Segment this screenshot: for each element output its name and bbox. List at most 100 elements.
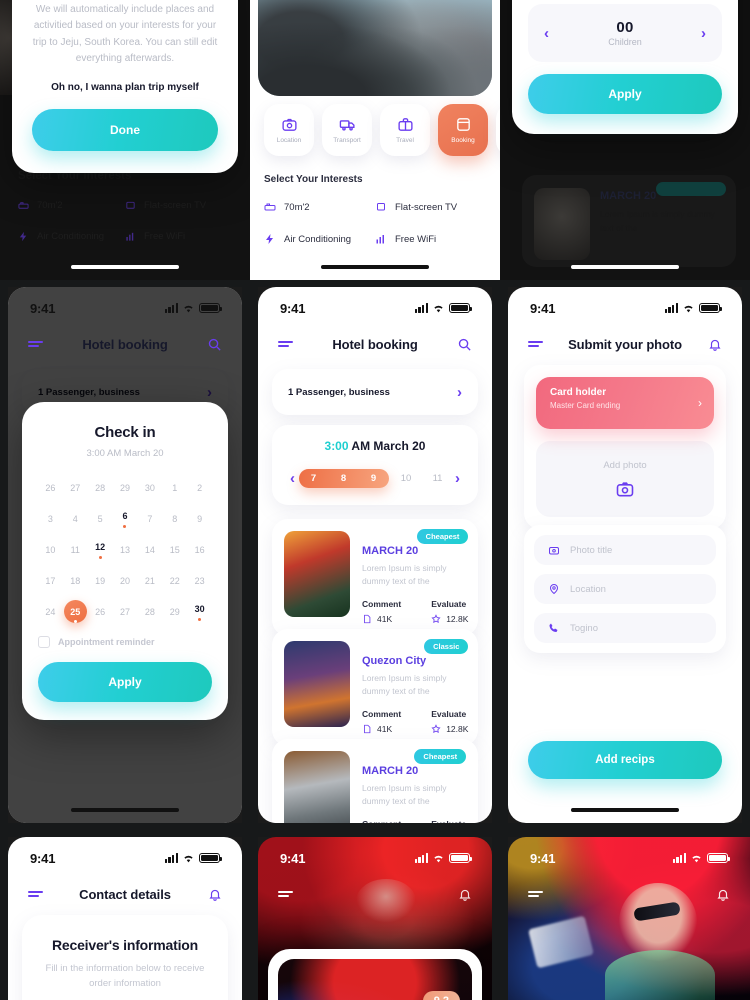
calendar-day[interactable]: 9 (187, 506, 212, 531)
calendar-day[interactable]: 17 (38, 568, 63, 593)
calendar-day[interactable]: 6 (113, 506, 138, 531)
prev-date-icon[interactable]: ‹ (290, 471, 295, 486)
calendar-day[interactable]: 3 (38, 506, 63, 531)
calendar-day-number: 21 (144, 575, 155, 586)
listing-card[interactable]: Classic Quezon City Lorem Ipsum is simpl… (272, 629, 478, 747)
selected-dates-pill[interactable]: 7 8 9 (298, 469, 389, 488)
reminder-checkbox[interactable] (38, 636, 50, 648)
interest-item[interactable]: Free WiFi (125, 231, 232, 242)
card-holder-banner[interactable]: Card holder Master Card ending › (536, 377, 714, 429)
calendar-day[interactable]: 19 (88, 568, 113, 593)
passenger-card[interactable]: 1 Passenger, business › (272, 369, 478, 415)
add-photo-dropzone[interactable]: Add photo (536, 441, 714, 517)
panel1-dimmed-content: Select Your Interests 70m'2 Flat-screen … (0, 170, 250, 242)
calendar-day[interactable]: 28 (88, 475, 113, 500)
location-field[interactable]: Location (534, 574, 716, 604)
calendar-day-number: 14 (144, 544, 155, 555)
calendar-day[interactable]: 29 (162, 599, 187, 624)
category-transport[interactable]: Transport (322, 104, 372, 156)
next-date-icon[interactable]: › (455, 471, 460, 486)
decrement-children-icon[interactable]: ‹ (544, 26, 549, 41)
calendar-day[interactable]: 28 (137, 599, 162, 624)
chevron-right-icon[interactable]: › (457, 385, 462, 400)
category-location[interactable]: Location (264, 104, 314, 156)
calendar-day[interactable]: 27 (113, 599, 138, 624)
calendar-day[interactable]: 25 (63, 599, 88, 624)
calendar-day[interactable]: 4 (63, 506, 88, 531)
calendar-day[interactable]: 8 (162, 506, 187, 531)
interest-item[interactable]: Flat-screen TV (375, 201, 486, 213)
hero-banner: Book now (258, 0, 492, 96)
done-button[interactable]: Done (32, 108, 218, 151)
category-travel[interactable]: Travel (380, 104, 430, 156)
calendar-day[interactable]: 5 (88, 506, 113, 531)
menu-icon[interactable] (28, 890, 43, 898)
interest-item[interactable]: Flat-screen TV (125, 200, 232, 211)
date-row[interactable]: ‹ 7 8 9 10 11 › (286, 469, 464, 488)
date-cell[interactable]: 11 (424, 473, 452, 484)
calendar-day[interactable]: 24 (38, 599, 63, 624)
menu-icon[interactable] (28, 340, 43, 348)
calendar-day[interactable]: 23 (187, 568, 212, 593)
reminder-row[interactable]: Appointment reminder (38, 636, 212, 648)
calendar-day[interactable]: 7 (137, 506, 162, 531)
phone-bezel-right (242, 830, 250, 1000)
children-stepper[interactable]: ‹ 00 Children › (528, 4, 722, 62)
interest-item[interactable]: 70m'2 (18, 200, 125, 211)
calendar-day-number: 28 (95, 482, 106, 493)
bell-icon[interactable] (208, 887, 222, 902)
plan-myself-link[interactable]: Oh no, I wanna plan trip myself (32, 82, 218, 93)
calendar-day[interactable]: 18 (63, 568, 88, 593)
interest-item[interactable]: Free WiFi (375, 233, 486, 245)
phone-field[interactable]: Togino (534, 613, 716, 643)
calendar-day[interactable]: 10 (38, 537, 63, 562)
calendar-grid[interactable]: 26 27 28 29 30 1 2 3 4 5 6 7 8 9 10 11 12 13 14 15 16 17 18 19 2… (38, 475, 212, 624)
calendar-day[interactable]: 27 (63, 475, 88, 500)
add-recips-button[interactable]: Add recips (528, 741, 722, 779)
interest-item[interactable]: 70m'2 (264, 201, 375, 213)
calendar-day[interactable]: 26 (88, 599, 113, 624)
category-booking[interactable]: Booking (438, 104, 488, 156)
date-cell[interactable]: 9 (359, 473, 389, 484)
panel-submit-photo: 9:41 Submit your photo Card holder Maste… (500, 280, 750, 830)
calendar-day[interactable]: 12 (88, 537, 113, 562)
listing-card[interactable]: Cheapest MARCH 20 Lorem Ipsum is simply … (272, 739, 478, 823)
search-icon[interactable] (207, 337, 222, 352)
increment-children-icon[interactable]: › (701, 26, 706, 41)
listing-card[interactable]: Cheapest MARCH 20 Lorem Ipsum is simply … (272, 519, 478, 637)
menu-icon[interactable] (278, 340, 293, 348)
date-cell[interactable]: 8 (329, 473, 359, 484)
apply-button[interactable]: Apply (38, 662, 212, 702)
calendar-day[interactable]: 2 (187, 475, 212, 500)
calendar-day[interactable]: 15 (162, 537, 187, 562)
calendar-day[interactable]: 30 (137, 475, 162, 500)
calendar-day[interactable]: 14 (137, 537, 162, 562)
menu-icon[interactable] (278, 890, 293, 898)
calendar-day[interactable]: 22 (162, 568, 187, 593)
calendar-day[interactable]: 30 (187, 599, 212, 624)
date-cell[interactable]: 7 (299, 473, 329, 484)
interest-label: Flat-screen TV (144, 200, 207, 211)
calendar-day[interactable]: 13 (113, 537, 138, 562)
search-icon[interactable] (457, 337, 472, 352)
calendar-day[interactable]: 1 (162, 475, 187, 500)
bell-icon[interactable] (708, 337, 722, 352)
date-cell[interactable]: 10 (392, 473, 420, 484)
calendar-day[interactable]: 20 (113, 568, 138, 593)
bell-icon[interactable] (458, 887, 472, 902)
listing-body: Cheapest MARCH 20 Lorem Ipsum is simply … (362, 749, 467, 823)
calendar-day[interactable]: 29 (113, 475, 138, 500)
menu-icon[interactable] (528, 890, 543, 898)
interest-item[interactable]: Air Conditioning (18, 231, 125, 242)
calendar-day[interactable]: 11 (63, 537, 88, 562)
calendar-day[interactable]: 26 (38, 475, 63, 500)
calendar-day[interactable]: 16 (187, 537, 212, 562)
reminder-label: Appointment reminder (58, 637, 155, 647)
menu-icon[interactable] (528, 340, 543, 348)
bell-icon[interactable] (716, 887, 730, 902)
photo-title-field[interactable]: Photo title (534, 535, 716, 565)
interest-item[interactable]: Air Conditioning (264, 233, 375, 245)
apply-button[interactable]: Apply (528, 74, 722, 114)
calendar-day[interactable]: 21 (137, 568, 162, 593)
chevron-right-icon[interactable]: › (698, 396, 702, 410)
